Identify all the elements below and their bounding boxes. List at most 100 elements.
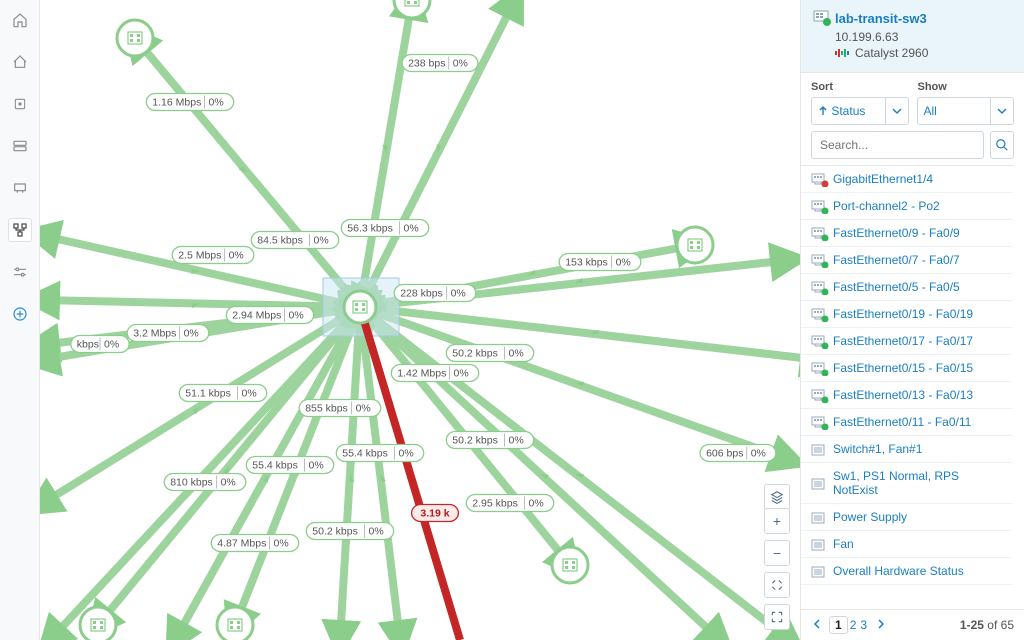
svg-text:0%: 0%: [309, 460, 324, 472]
zoom-out-icon[interactable]: −: [764, 540, 790, 566]
svg-text:0%: 0%: [356, 403, 371, 415]
interface-icon: [811, 335, 827, 347]
svg-text:0%: 0%: [454, 368, 469, 380]
chevron-down-icon: [990, 98, 1007, 124]
interface-row[interactable]: Switch#1, Fan#1: [801, 436, 1012, 463]
interface-row[interactable]: FastEthernet0/17 - Fa0/17: [801, 328, 1012, 355]
chevron-down-icon: [885, 98, 902, 124]
interface-row[interactable]: GigabitEthernet1/4: [801, 166, 1012, 193]
interface-row[interactable]: FastEthernet0/13 - Fa0/13: [801, 382, 1012, 409]
topology-canvas[interactable]: 238 bps0% 1.16 Mbps0% 56.3 kbps 0% 84.5 kbps…: [40, 0, 800, 640]
svg-text:0%: 0%: [289, 310, 304, 322]
svg-text:810 kbps: 810 kbps: [170, 477, 213, 489]
interface-label: FastEthernet0/13 - Fa0/13: [833, 388, 973, 402]
pager: 123 1-25 of 65: [801, 609, 1024, 640]
interface-icon: [811, 254, 827, 266]
interface-row[interactable]: FastEthernet0/15 - Fa0/15: [801, 355, 1012, 382]
search-button[interactable]: [990, 131, 1014, 159]
nav-box-icon[interactable]: [8, 92, 32, 116]
interface-row[interactable]: FastEthernet0/7 - Fa0/7: [801, 247, 1012, 274]
nav-topology-icon[interactable]: [8, 218, 32, 242]
nav-tune-icon[interactable]: [8, 260, 32, 284]
svg-text:51.1 kbps: 51.1 kbps: [185, 388, 231, 400]
topology-node[interactable]: [344, 291, 376, 323]
link-label: 55.4 kbps0%: [246, 457, 333, 474]
link-label: 238 bps0%: [402, 55, 478, 72]
interface-label: FastEthernet0/19 - Fa0/19: [833, 307, 973, 321]
interface-label: FastEthernet0/7 - Fa0/7: [833, 253, 960, 267]
nav-house-outline-icon[interactable]: [8, 50, 32, 74]
nav-add-icon[interactable]: [8, 302, 32, 326]
show-label: Show: [918, 81, 1015, 93]
interface-icon: [811, 389, 827, 401]
pager-page[interactable]: 1: [829, 616, 848, 634]
interface-row[interactable]: FastEthernet0/11 - Fa0/11: [801, 409, 1012, 436]
interface-label: Power Supply: [833, 510, 907, 524]
layers-icon[interactable]: [764, 484, 790, 510]
device-name: lab-transit-sw3: [835, 11, 927, 26]
topology-node[interactable]: [117, 20, 153, 56]
interface-row[interactable]: FastEthernet0/5 - Fa0/5: [801, 274, 1012, 301]
side-panel: lab-transit-sw3 10.199.6.63 Catalyst 296…: [800, 0, 1024, 640]
svg-text:56.3 kbps: 56.3 kbps: [347, 223, 393, 235]
link-label: 3.2 Mbps0%: [127, 325, 209, 342]
nav-port-icon[interactable]: [8, 176, 32, 200]
interface-label: FastEthernet0/15 - Fa0/15: [833, 361, 973, 375]
interface-label: Overall Hardware Status: [833, 564, 964, 578]
svg-text:1.42 Mbps: 1.42 Mbps: [397, 368, 446, 380]
svg-text:50.2 kbps: 50.2 kbps: [452, 435, 498, 447]
topology-node[interactable]: [217, 607, 253, 640]
device-header: lab-transit-sw3 10.199.6.63 Catalyst 296…: [801, 0, 1024, 73]
svg-text:0%: 0%: [451, 288, 466, 300]
interface-row[interactable]: Overall Hardware Status: [801, 558, 1012, 585]
topology-svg[interactable]: 238 bps0% 1.16 Mbps0% 56.3 kbps 0% 84.5 kbps…: [40, 0, 800, 640]
svg-text:855 kbps: 855 kbps: [305, 403, 348, 415]
link-label: 4.87 Mbps0%: [211, 535, 298, 552]
svg-text:2.94 Mbps: 2.94 Mbps: [232, 310, 281, 322]
interface-row[interactable]: Port-channel2 - Po2: [801, 193, 1012, 220]
pager-range: 1-25 of 65: [960, 618, 1014, 632]
topology-node[interactable]: [552, 547, 588, 583]
interface-icon: [811, 565, 827, 577]
pager-page[interactable]: 2: [848, 618, 859, 632]
svg-text:0%: 0%: [242, 388, 257, 400]
svg-text:50.2 kbps: 50.2 kbps: [312, 526, 358, 538]
svg-text:0%: 0%: [616, 257, 631, 269]
interface-row[interactable]: FastEthernet0/19 - Fa0/19: [801, 301, 1012, 328]
nav-server-icon[interactable]: [8, 134, 32, 158]
show-dropdown[interactable]: All: [917, 97, 1015, 125]
interface-list[interactable]: GigabitEthernet1/4Port-channel2 - Po2Fas…: [801, 165, 1014, 609]
svg-text:3.19 k: 3.19 k: [420, 508, 449, 520]
svg-text:0%: 0%: [229, 250, 244, 262]
topology-node[interactable]: [677, 227, 713, 263]
zoom-in-icon[interactable]: +: [764, 508, 790, 534]
link-label: 1.16 Mbps0%: [146, 94, 233, 111]
interface-icon: [811, 538, 827, 550]
svg-text:84.5 kbps: 84.5 kbps: [257, 235, 303, 247]
link-label: 50.2 kbps0%: [306, 523, 393, 540]
link-label: 810 kbps0%: [164, 474, 246, 491]
topology-node[interactable]: [80, 607, 116, 640]
interface-label: FastEthernet0/11 - Fa0/11: [833, 415, 971, 429]
fullscreen-icon[interactable]: [764, 604, 790, 630]
fit-icon[interactable]: [764, 572, 790, 598]
sort-dropdown[interactable]: Status: [811, 97, 909, 125]
svg-text:0%: 0%: [509, 435, 524, 447]
interface-row[interactable]: Power Supply: [801, 504, 1012, 531]
nav-home-icon[interactable]: [8, 8, 32, 32]
interface-row[interactable]: FastEthernet0/9 - Fa0/9: [801, 220, 1012, 247]
device-title[interactable]: lab-transit-sw3: [813, 10, 1012, 26]
interface-icon: [811, 227, 827, 239]
search-input[interactable]: [811, 131, 984, 159]
link-label: 606 bps0%: [700, 445, 776, 462]
pager-next[interactable]: [875, 618, 887, 632]
left-nav: [0, 0, 40, 640]
svg-text:55.4 kbps: 55.4 kbps: [342, 448, 388, 460]
interface-row[interactable]: Fan: [801, 531, 1012, 558]
topology-node[interactable]: [394, 0, 430, 18]
pager-prev[interactable]: [811, 618, 823, 632]
interface-icon: [811, 477, 827, 489]
pager-page[interactable]: 3: [858, 618, 869, 632]
link-label: 50.2 kbps0%: [446, 345, 533, 362]
interface-row[interactable]: Sw1, PS1 Normal, RPS NotExist: [801, 463, 1012, 504]
